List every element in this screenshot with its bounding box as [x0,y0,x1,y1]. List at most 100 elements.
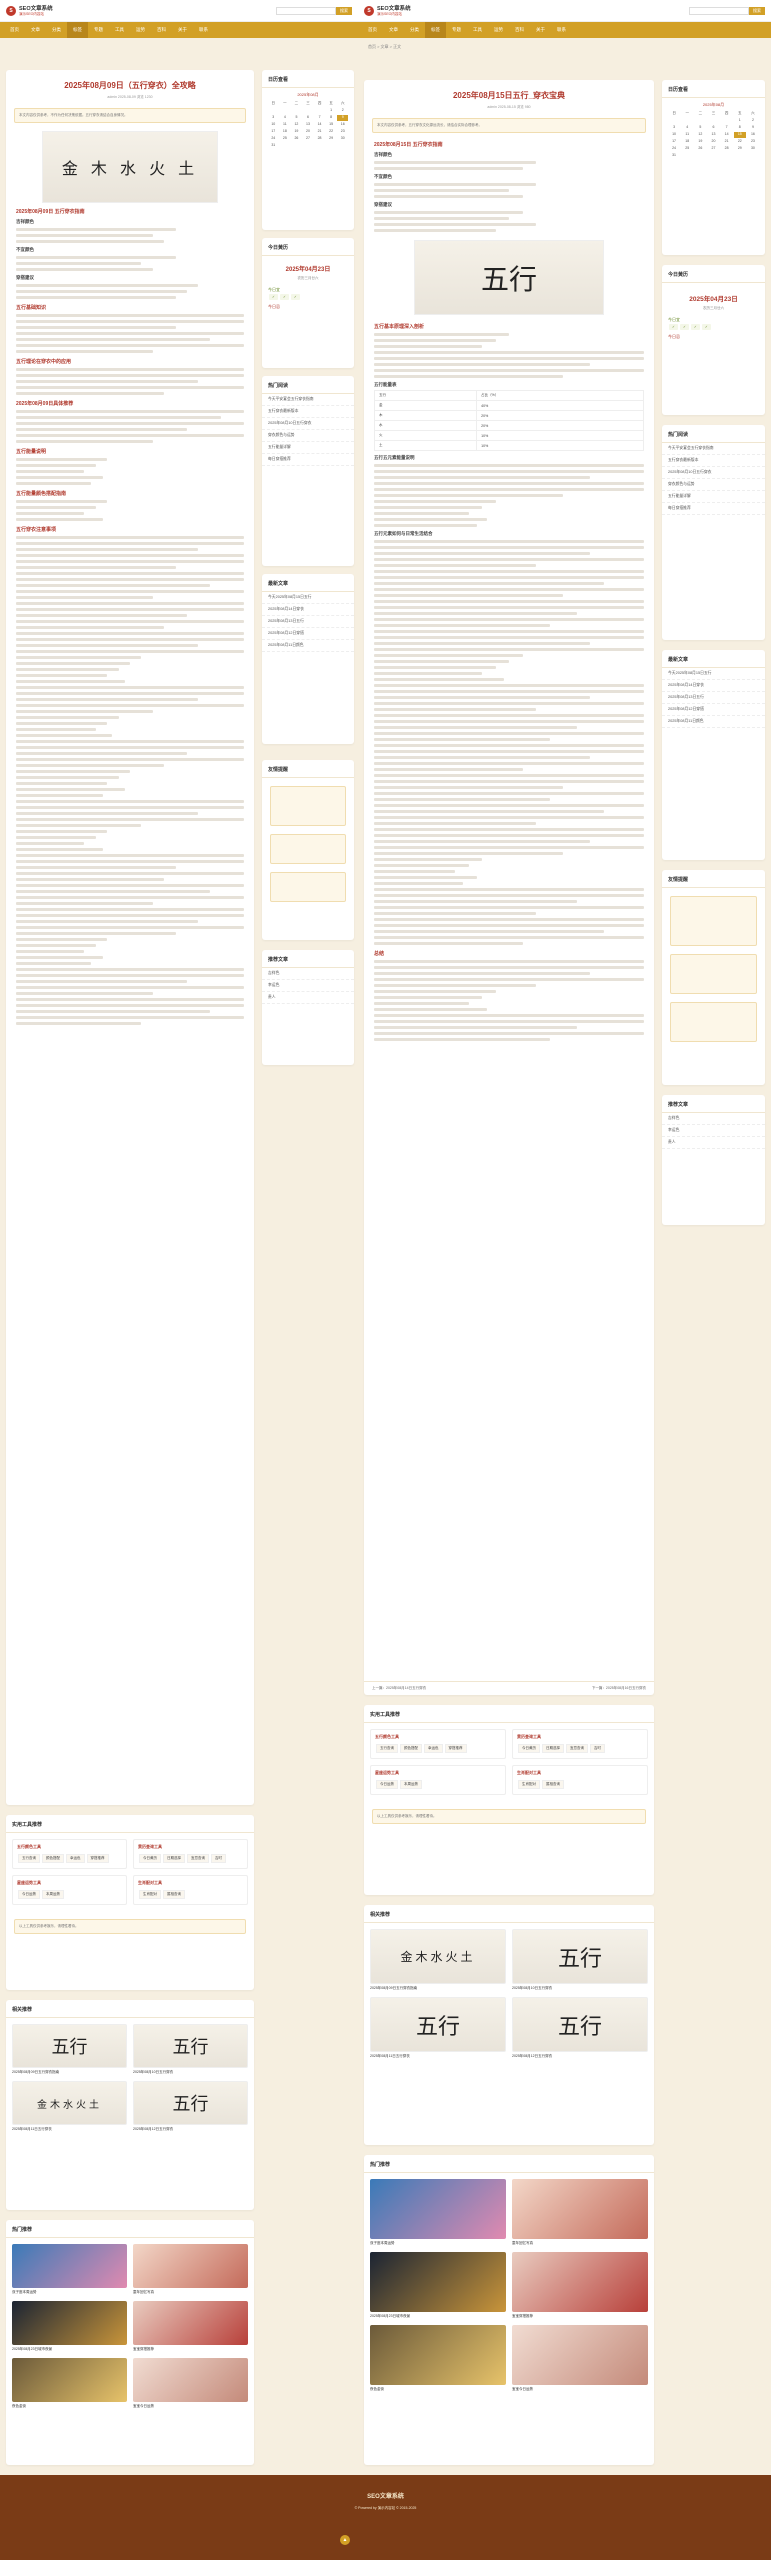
search-input[interactable] [276,6,336,15]
hot-item[interactable]: 五行能量详解 [262,442,354,454]
tool-button[interactable]: 五行查询 [18,1854,40,1863]
related-item[interactable]: 五行 2025年08月10日五行穿衣 [512,1929,648,1991]
hotrec-item[interactable]: 宝宝穿搭推荐 [133,2301,248,2352]
tool-button[interactable]: 今日运势 [18,1890,40,1899]
recommend-item[interactable]: 贵人 [662,1137,765,1149]
nav-item[interactable]: 标签 [67,22,88,38]
latest-item[interactable]: 今天2025年08月15日五行 [262,592,354,604]
hotrec-item[interactable]: 夜色金街 [12,2358,127,2409]
nav-item[interactable]: 工具 [467,22,488,38]
hotrec-item[interactable]: 宝宝穿搭推荐 [512,2252,648,2319]
tool-button[interactable]: 属相查询 [542,1780,564,1789]
tool-button[interactable]: 本周运势 [400,1780,422,1789]
hot-item[interactable]: 五行能量详解 [662,491,765,503]
related-item[interactable]: 金木水火土 2025年08月11日五行穿衣 [12,2081,127,2132]
search-button[interactable]: 搜索 [749,6,765,15]
related-item[interactable]: 五行 2025年08月12日五行穿衣 [512,1997,648,2059]
hotrec-item[interactable]: 双子座本周运势 [370,2179,506,2246]
hot-item[interactable]: 五行穿衣最新版本 [262,406,354,418]
hot-item[interactable]: 2025年08月10日五行穿衣 [262,418,354,430]
hot-item[interactable]: 五行穿衣最新版本 [662,455,765,467]
hotrec-item[interactable]: 夜色金街 [370,2325,506,2392]
hotrec-item[interactable]: 双子座本周运势 [12,2244,127,2295]
tool-button[interactable]: 穿搭推荐 [86,1854,109,1863]
nav-item[interactable]: 首页 [4,22,25,38]
tool-button[interactable]: 宜忌查询 [187,1854,209,1863]
recommend-item[interactable]: 吉祥色 [262,968,354,980]
latest-item[interactable]: 2025年08月14日穿衣 [662,680,765,692]
prev-link[interactable]: 上一篇：2025年08月14日五行穿衣 [372,1686,426,1691]
hot-item[interactable]: 今天平安宴会五行穿衣指南 [262,394,354,406]
nav-item[interactable]: 文章 [383,22,404,38]
recommend-item[interactable]: 贵人 [262,992,354,1004]
nav-item[interactable]: 工具 [109,22,130,38]
tool-button[interactable]: 今日运势 [376,1780,398,1789]
nav-item[interactable]: 运势 [488,22,509,38]
tool-button[interactable]: 吉时 [590,1744,605,1753]
nav-item[interactable]: 专题 [88,22,109,38]
tool-button[interactable]: 颜色搭配 [42,1854,64,1863]
related-item[interactable]: 五行 2025年08月09日五行穿衣指南 [12,2024,127,2075]
search-input[interactable] [689,6,749,15]
hot-item[interactable]: 每日穿搭推荐 [262,454,354,466]
tool-button[interactable]: 本周运势 [42,1890,64,1899]
hot-item[interactable]: 穿衣颜色与运势 [662,479,765,491]
tool-button[interactable]: 今日黄历 [139,1854,161,1863]
search-button[interactable]: 搜索 [336,6,352,15]
nav-item[interactable]: 专题 [446,22,467,38]
tool-button[interactable]: 吉时 [211,1854,226,1863]
nav-item[interactable]: 百科 [509,22,530,38]
tool-button[interactable]: 五行查询 [376,1744,398,1753]
tool-button[interactable]: 穿搭推荐 [444,1744,467,1753]
site-logo[interactable]: S SEO文章系统 演示SEO内容站 [364,4,411,17]
back-to-top-icon[interactable]: ▲ [340,2535,350,2545]
tool-button[interactable]: 宜忌查询 [566,1744,588,1753]
nav-item[interactable]: 分类 [404,22,425,38]
tool-button[interactable]: 生肖配对 [139,1890,161,1899]
hotrec-item[interactable]: 童年回忆写真 [512,2179,648,2246]
nav-item[interactable]: 联系 [193,22,214,38]
latest-item[interactable]: 2025年08月11日颜色 [262,640,354,652]
hot-item[interactable]: 穿衣颜色与运势 [262,430,354,442]
tool-button[interactable]: 幸运色 [424,1744,443,1753]
latest-item[interactable]: 2025年08月11日颜色 [662,716,765,728]
tool-button[interactable]: 日期选择 [163,1854,185,1863]
nav-item[interactable]: 联系 [551,22,572,38]
tool-button[interactable]: 属相查询 [163,1890,185,1899]
recommend-item[interactable]: 吉祥色 [662,1113,765,1125]
nav-item[interactable]: 运势 [130,22,151,38]
hot-item[interactable]: 每日穿搭推荐 [662,503,765,515]
nav-item[interactable]: 关于 [172,22,193,38]
nav-item[interactable]: 关于 [530,22,551,38]
tool-button[interactable]: 今日黄历 [518,1744,540,1753]
latest-item[interactable]: 2025年08月13日五行 [262,616,354,628]
hotrec-item[interactable]: 宝宝今日运势 [512,2325,648,2392]
related-item[interactable]: 五行 2025年08月12日五行穿衣 [133,2081,248,2132]
nav-item[interactable]: 标签 [425,22,446,38]
latest-item[interactable]: 2025年08月12日穿搭 [262,628,354,640]
hot-item[interactable]: 2025年08月10日五行穿衣 [662,467,765,479]
nav-item[interactable]: 百科 [151,22,172,38]
recommend-item[interactable]: 幸运色 [662,1125,765,1137]
site-logo[interactable]: S SEO文章系统 演示SEO内容站 [6,4,53,17]
related-item[interactable]: 五行 2025年08月11日五行穿衣 [370,1997,506,2059]
hotrec-item[interactable]: 宝宝今日运势 [133,2358,248,2409]
nav-item[interactable]: 首页 [362,22,383,38]
hotrec-item[interactable]: 童年回忆写真 [133,2244,248,2295]
hotrec-item[interactable]: 2025年08月23日城市夜景 [370,2252,506,2319]
next-link[interactable]: 下一篇：2025年08月16日五行穿衣 [592,1686,646,1691]
hotrec-item[interactable]: 2025年08月23日城市夜景 [12,2301,127,2352]
nav-item[interactable]: 文章 [25,22,46,38]
related-item[interactable]: 金木水火土 2025年08月09日五行穿衣指南 [370,1929,506,1991]
latest-item[interactable]: 2025年08月13日五行 [662,692,765,704]
hot-item[interactable]: 今天平安宴会五行穿衣指南 [662,443,765,455]
related-item[interactable]: 五行 2025年08月10日五行穿衣 [133,2024,248,2075]
latest-item[interactable]: 今天2025年08月15日五行 [662,668,765,680]
tool-button[interactable]: 日期选择 [542,1744,564,1753]
tool-button[interactable]: 生肖配对 [518,1780,540,1789]
latest-item[interactable]: 2025年08月14日穿衣 [262,604,354,616]
tool-button[interactable]: 颜色搭配 [400,1744,422,1753]
recommend-item[interactable]: 幸运色 [262,980,354,992]
latest-item[interactable]: 2025年08月12日穿搭 [662,704,765,716]
nav-item[interactable]: 分类 [46,22,67,38]
